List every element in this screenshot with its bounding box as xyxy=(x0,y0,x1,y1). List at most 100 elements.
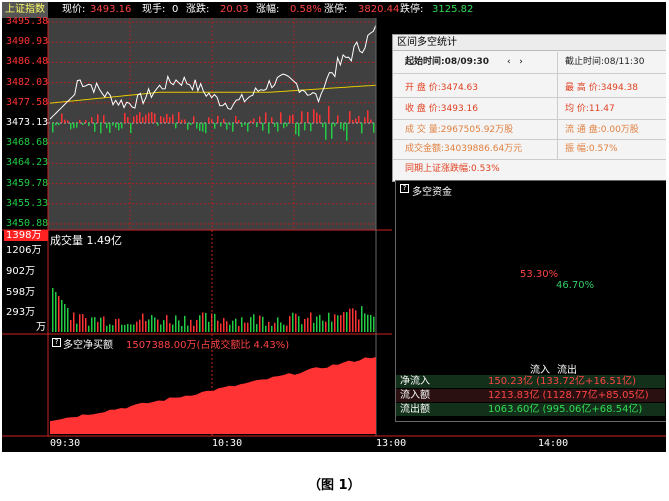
volume-bar xyxy=(106,325,108,332)
outflow-amount-row: 流出额 1063.60亿 (995.06亿+68.54亿) xyxy=(396,403,665,416)
open-price: 开 盘 价:3474.63 xyxy=(405,83,478,93)
diff-bar xyxy=(301,111,303,123)
diff-bar xyxy=(211,119,213,123)
diff-bar xyxy=(220,123,222,127)
volume-bar xyxy=(142,313,144,332)
volume-bar xyxy=(94,317,96,332)
diff-bar xyxy=(109,123,111,133)
volume-bar xyxy=(346,312,348,332)
diff-bar xyxy=(295,123,297,135)
volume-bar xyxy=(70,319,72,332)
volume-bar xyxy=(118,318,120,332)
diff-bar xyxy=(277,123,279,132)
volume-bar xyxy=(193,325,195,332)
diff-bar xyxy=(148,112,150,123)
price-tick: 3486.48 xyxy=(6,56,49,68)
net-buy-value: 1507388.00万(占成交额比 4.43%) xyxy=(126,340,290,351)
volume-bar xyxy=(256,324,258,332)
end-time: 截止时间:08/11:30 xyxy=(565,57,645,67)
volume-bar xyxy=(337,315,339,332)
diff-bar xyxy=(64,119,66,123)
diff-bar xyxy=(118,123,120,131)
price-tick: 3459.78 xyxy=(6,177,49,189)
diff-bar xyxy=(328,106,330,123)
help-icon[interactable]: ? xyxy=(52,338,61,347)
diff-bar xyxy=(157,123,159,126)
volume-bar xyxy=(55,292,57,332)
diff-bar xyxy=(313,109,315,123)
volume-bar xyxy=(334,314,336,332)
diff-bar xyxy=(286,123,288,127)
divider xyxy=(393,139,666,140)
volume-bar xyxy=(358,319,360,332)
volume-bar xyxy=(166,315,168,332)
interval-stats-title: 区间多空统计 xyxy=(393,35,666,51)
price-tick: 3495.38 xyxy=(6,16,49,27)
diff-bar xyxy=(340,123,342,129)
volume-bar xyxy=(319,314,321,332)
volume-bar xyxy=(295,313,297,332)
diff-bar xyxy=(52,123,54,133)
volume-bar xyxy=(232,320,234,332)
volume-bar xyxy=(289,316,291,332)
volume-bar xyxy=(274,322,276,332)
volume-bar xyxy=(58,296,60,332)
volume-marker: 1398万 xyxy=(6,230,42,241)
diff-bar xyxy=(271,117,273,123)
diff-bar xyxy=(238,120,240,123)
volume-bar xyxy=(52,288,54,332)
vol-tick: 598万 xyxy=(6,287,36,298)
divider xyxy=(393,159,666,160)
volume-bar xyxy=(343,312,345,332)
volume-bar xyxy=(148,319,150,332)
volume-bar xyxy=(187,325,189,332)
volume-bar xyxy=(61,300,63,332)
volume-bar xyxy=(88,325,90,332)
diff-bar xyxy=(97,114,99,123)
volume-bar xyxy=(367,314,369,332)
diff-bar xyxy=(190,123,192,126)
vol-tick: 万 xyxy=(36,322,46,333)
close-price: 收 盘 价:3493.16 xyxy=(405,104,478,114)
volume-bar xyxy=(325,321,327,332)
diff-bar xyxy=(124,112,126,123)
diff-bar xyxy=(175,123,177,129)
avg-price: 均 价:11.47 xyxy=(565,104,615,114)
volume-bar xyxy=(205,312,207,332)
volume-bar xyxy=(79,314,81,332)
volume-bar xyxy=(103,316,105,332)
net-buy-area xyxy=(50,357,376,434)
volume-bar xyxy=(115,319,117,332)
diff-bar xyxy=(136,114,138,123)
diff-bar xyxy=(130,123,132,134)
volume-bar xyxy=(151,315,153,332)
volume-bar xyxy=(145,320,147,332)
diff-bar xyxy=(352,120,354,123)
volume-bar xyxy=(223,317,225,332)
sync-change: 同期上证涨跌幅:0.53% xyxy=(405,164,500,174)
price-tick: 3482.03 xyxy=(6,76,49,88)
volume-bar xyxy=(73,312,75,332)
diff-bar xyxy=(373,123,375,133)
diff-bar xyxy=(346,123,348,141)
volume-bar xyxy=(64,304,66,332)
volume-bar xyxy=(160,324,162,332)
volume-bar xyxy=(220,323,222,332)
diff-bar xyxy=(196,123,198,129)
diff-bar xyxy=(208,117,210,123)
diff-bar xyxy=(94,123,96,132)
diff-bar xyxy=(91,117,93,123)
price-tick: 3490.93 xyxy=(6,36,49,48)
volume-bar xyxy=(241,317,243,332)
diff-bar xyxy=(310,123,312,132)
prev-arrow-icon[interactable]: ‹ xyxy=(507,57,511,67)
price-tick: 3473.13 xyxy=(6,117,49,128)
help-icon[interactable]: ? xyxy=(400,184,409,193)
volume-bar xyxy=(229,324,231,332)
diff-bar xyxy=(355,118,357,123)
volume-bar xyxy=(163,320,165,332)
next-arrow-icon[interactable]: › xyxy=(519,57,523,67)
diff-bar xyxy=(115,123,117,128)
volume-header: 成交量 1.49亿 xyxy=(50,234,122,247)
diff-bar xyxy=(217,115,219,123)
